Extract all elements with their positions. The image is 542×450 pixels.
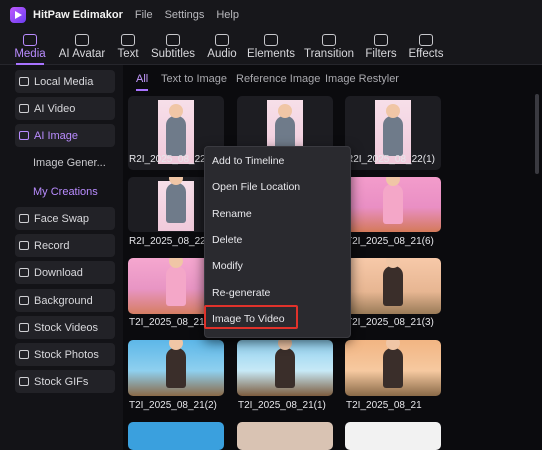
image-to-video-highlight [204,305,298,329]
tab-filters[interactable]: Filters [364,30,398,64]
stock-video-icon [19,323,29,332]
media-thumbnail[interactable] [345,422,441,450]
candy-girl-image [383,177,403,224]
media-thumbnail[interactable] [345,340,441,396]
gif-icon [19,377,29,386]
audio-icon [215,34,229,46]
media-icon [23,34,37,46]
elements-icon [264,34,278,46]
transition-icon [322,34,336,46]
tab-effects[interactable]: Effects [408,30,444,64]
tab-subtitles[interactable]: Subtitles [150,30,196,64]
pirate-image [166,340,186,388]
text-icon [121,34,135,46]
pirate-image [275,340,295,388]
folder-icon [19,77,29,86]
media-thumbnail[interactable] [237,422,333,450]
tab-reference-image[interactable]: Reference Image [236,73,320,85]
media-caption: R2I_2025_08_22(3 [129,154,215,165]
tab-ai-avatar[interactable]: AI Avatar [58,30,106,64]
scrollbar[interactable] [535,94,539,174]
filter-tabs: All Text to Image Reference Image Image … [123,65,542,91]
menu-settings[interactable]: Settings [165,9,205,21]
sidebar-item-face-swap[interactable]: Face Swap [15,207,115,230]
face-icon [19,214,29,223]
effects-icon [419,34,433,46]
media-caption: T2I_2025_08_21(3) [346,317,434,328]
media-thumbnail[interactable] [345,177,441,232]
menu-add-to-timeline[interactable]: Add to Timeline [212,155,284,167]
menu-file[interactable]: File [135,9,153,21]
tab-elements[interactable]: Elements [247,30,295,64]
sidebar-item-record[interactable]: Record [15,234,115,257]
sidebar: Local Media AI Video AI Image Image Gene… [0,65,123,450]
pirate-image [383,340,403,388]
sidebar-item-stock-gifs[interactable]: Stock GIFs [15,370,115,393]
app-title: HitPaw Edimakor [33,9,123,21]
candy-girl-image [166,258,186,306]
stock-photo-icon [19,350,29,359]
sidebar-item-stock-photos[interactable]: Stock Photos [15,343,115,366]
sidebar-item-local-media[interactable]: Local Media [15,70,115,93]
sidebar-subitem-image-generator[interactable]: Image Gener... [33,157,106,169]
download-icon [19,268,29,277]
main-toolbar: Media AI Avatar Text Subtitles Audio Ele… [0,30,542,65]
media-caption: T2I_2025_08_21(6) [346,236,434,247]
tab-all[interactable]: All [136,73,149,91]
media-caption: T2I_2025_08_21(2) [129,400,217,411]
doll-image [158,177,194,231]
title-bar: HitPaw Edimakor File Settings Help [0,0,542,30]
media-caption: T2I_2025_08_21 [346,400,422,411]
tab-text-to-image[interactable]: Text to Image [161,73,227,85]
media-thumbnail[interactable] [128,422,224,450]
tab-audio[interactable]: Audio [206,30,238,64]
media-thumbnail[interactable] [237,340,333,396]
menu-rename[interactable]: Rename [212,208,252,220]
sidebar-item-ai-video[interactable]: AI Video [15,97,115,120]
app-logo-icon [10,7,26,23]
media-caption: R2I_2025_08_22(1) [346,154,435,165]
sidebar-item-stock-videos[interactable]: Stock Videos [15,316,115,339]
pirate-image [383,258,403,306]
media-caption: T2I_2025_08_21(1) [238,400,326,411]
sidebar-item-download[interactable]: Download [15,261,115,284]
menu-delete[interactable]: Delete [212,234,242,246]
tab-image-restyler[interactable]: Image Restyler [325,73,399,85]
tab-text[interactable]: Text [116,30,140,64]
media-thumbnail[interactable] [345,258,441,314]
menu-open-file-location[interactable]: Open File Location [212,181,300,193]
video-icon [19,104,29,113]
menu-regenerate[interactable]: Re-generate [212,287,270,299]
avatar-icon [75,34,89,46]
sidebar-item-ai-image[interactable]: AI Image [15,124,115,147]
record-icon [19,241,29,250]
subtitles-icon [166,34,180,46]
media-caption: T2I_2025_08_21(5 [129,317,214,328]
media-thumbnail[interactable] [128,340,224,396]
tab-media[interactable]: Media [12,30,48,65]
image-icon [19,131,29,140]
sidebar-item-background[interactable]: Background [15,289,115,312]
background-icon [19,296,29,305]
filters-icon [374,34,388,46]
sidebar-subitem-my-creations[interactable]: My Creations [33,186,98,198]
menu-modify[interactable]: Modify [212,260,243,272]
media-caption: R2I_2025_08_22 [129,236,206,247]
menu-help[interactable]: Help [216,9,239,21]
tab-transition[interactable]: Transition [304,30,354,64]
